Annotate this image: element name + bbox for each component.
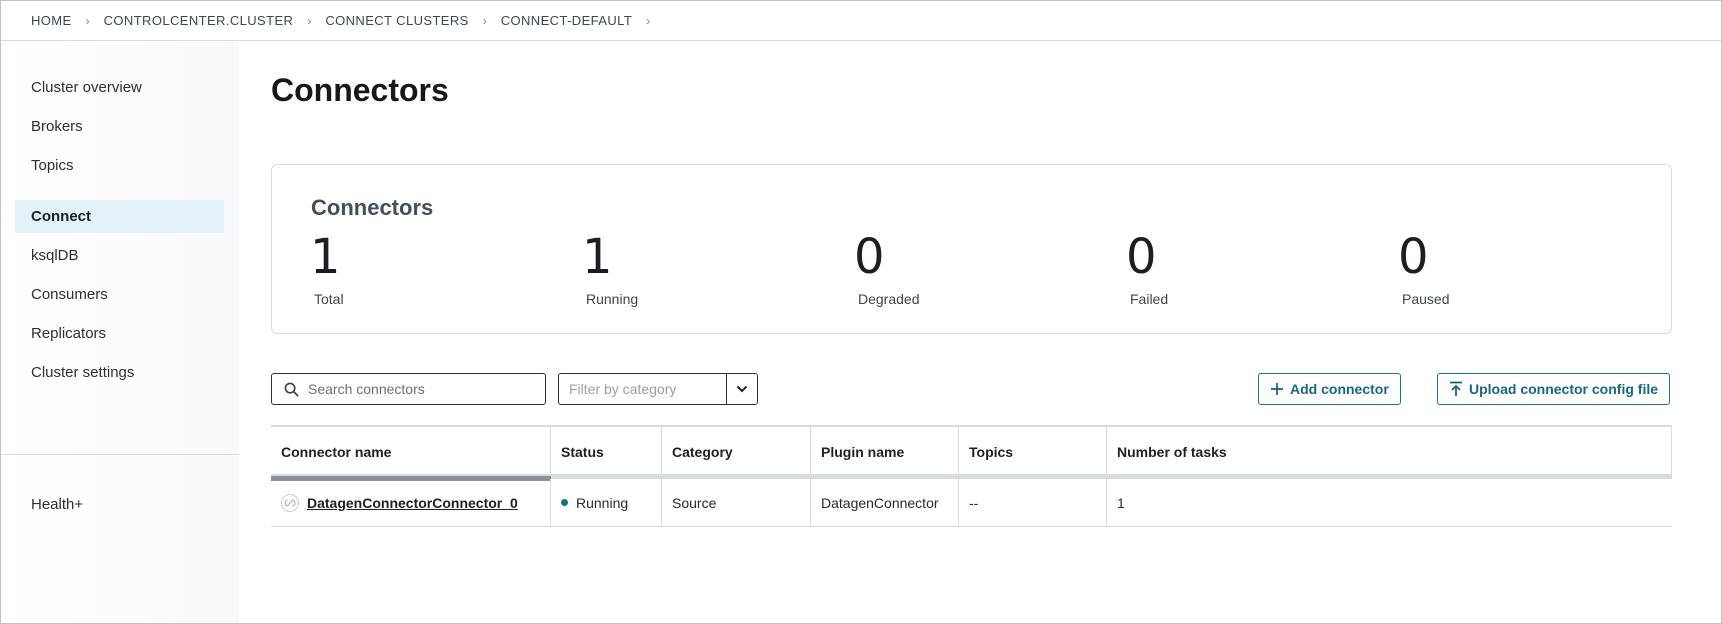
upload-icon <box>1450 381 1462 396</box>
breadcrumb-connect-clusters[interactable]: CONNECT CLUSTERS <box>325 13 468 28</box>
plus-icon <box>1271 383 1283 395</box>
sidebar: Cluster overview Brokers Topics Connect … <box>1 41 239 623</box>
upload-connector-config-button[interactable]: Upload connector config file <box>1437 373 1671 405</box>
cell-connector-name: DatagenConnectorConnector_0 <box>271 479 551 526</box>
cell-category: Source <box>662 479 811 526</box>
status-running-dot <box>561 499 568 506</box>
status-text: Running <box>576 494 629 511</box>
table-header: Connector name Status Category Plugin na… <box>271 425 1672 481</box>
stat-value: 1 <box>582 229 613 285</box>
stat-label: Running <box>586 291 639 307</box>
breadcrumb-connect-default[interactable]: CONNECT-DEFAULT <box>501 13 632 28</box>
chevron-down-icon <box>736 385 748 393</box>
search-icon <box>284 382 299 396</box>
stat-label: Failed <box>1130 291 1169 307</box>
cell-status: Running <box>551 479 662 526</box>
stat-paused: 0 Paused <box>1398 233 1449 307</box>
stat-value: 1 <box>310 229 341 285</box>
column-header-topics[interactable]: Topics <box>959 427 1107 476</box>
stat-label: Paused <box>1402 291 1450 307</box>
sidebar-item-health-plus[interactable]: Health+ <box>15 488 224 521</box>
stat-running: 1 Running <box>582 233 638 307</box>
stat-failed: 0 Failed <box>1126 233 1168 307</box>
column-header-connector-name[interactable]: Connector name <box>271 427 551 476</box>
connectors-table: Connector name Status Category Plugin na… <box>271 425 1672 527</box>
cell-plugin-name: DatagenConnector <box>811 479 959 526</box>
page-title: Connectors <box>271 72 449 108</box>
sidebar-item-ksqldb[interactable]: ksqlDB <box>15 239 224 272</box>
table-row[interactable]: DatagenConnectorConnector_0 Running Sour… <box>271 479 1672 527</box>
category-filter[interactable]: Filter by category <box>558 373 758 405</box>
breadcrumb-separator: › <box>85 13 90 28</box>
category-filter-toggle[interactable] <box>726 374 757 404</box>
breadcrumb-home[interactable]: HOME <box>31 13 72 28</box>
stat-label: Total <box>314 291 344 307</box>
column-header-number-of-tasks[interactable]: Number of tasks <box>1107 427 1672 476</box>
add-connector-button[interactable]: Add connector <box>1258 373 1401 405</box>
breadcrumb-separator: › <box>482 13 487 28</box>
stat-total: 1 Total <box>310 233 344 307</box>
stat-value: 0 <box>854 229 885 285</box>
add-connector-label: Add connector <box>1290 381 1389 397</box>
sidebar-item-consumers[interactable]: Consumers <box>15 278 224 311</box>
column-header-plugin-name[interactable]: Plugin name <box>811 427 959 476</box>
stat-label: Degraded <box>858 291 920 307</box>
breadcrumb-separator: › <box>646 13 651 28</box>
search-input[interactable] <box>308 381 528 397</box>
sidebar-item-cluster-settings[interactable]: Cluster settings <box>15 356 224 389</box>
connector-icon <box>281 493 299 512</box>
category-filter-input[interactable]: Filter by category <box>559 374 726 404</box>
breadcrumb-separator: › <box>307 13 312 28</box>
connector-name-link[interactable]: DatagenConnectorConnector_0 <box>307 495 518 511</box>
column-header-category[interactable]: Category <box>662 427 811 476</box>
sidebar-item-replicators[interactable]: Replicators <box>15 317 224 350</box>
cell-number-of-tasks: 1 <box>1117 494 1125 511</box>
cell-topics: -- <box>959 479 1107 526</box>
breadcrumb: HOME › CONTROLCENTER.CLUSTER › CONNECT C… <box>1 1 1721 41</box>
stat-degraded: 0 Degraded <box>854 233 920 307</box>
stat-value: 0 <box>1126 229 1157 285</box>
column-header-status[interactable]: Status <box>551 427 662 476</box>
connectors-summary-card: Connectors 1 Total 1 Running 0 Degraded … <box>271 164 1672 334</box>
upload-connector-label: Upload connector config file <box>1469 381 1659 397</box>
breadcrumb-cluster[interactable]: CONTROLCENTER.CLUSTER <box>104 13 294 28</box>
sidebar-divider <box>1 454 239 455</box>
sidebar-item-brokers[interactable]: Brokers <box>15 110 224 143</box>
sidebar-item-topics[interactable]: Topics <box>15 149 224 182</box>
summary-title: Connectors <box>311 195 434 220</box>
search-box[interactable] <box>271 373 546 405</box>
sidebar-item-cluster-overview[interactable]: Cluster overview <box>15 71 224 104</box>
sidebar-item-connect[interactable]: Connect <box>15 200 224 233</box>
stat-value: 0 <box>1398 229 1429 285</box>
